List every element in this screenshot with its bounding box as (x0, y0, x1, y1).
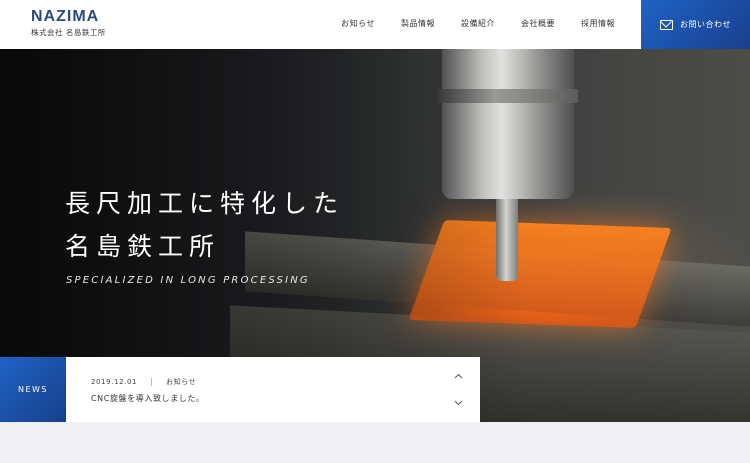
contact-button-label: お問い合わせ (680, 20, 731, 29)
logo-company-name: 株式会社 名島鉄工所 (31, 28, 106, 37)
news-label: NEWS (0, 357, 66, 422)
news-meta: 2019.12.01 お知らせ (91, 377, 196, 387)
news-panel: 2019.12.01 お知らせ CNC旋盤を導入致しました。 (66, 357, 480, 422)
nav-item-products[interactable]: 製品情報 (401, 18, 435, 29)
mail-icon (660, 19, 673, 30)
news-meta-divider (151, 378, 153, 386)
contact-button[interactable]: お問い合わせ (641, 0, 750, 49)
nav-item-company[interactable]: 会社概要 (521, 18, 555, 29)
chevron-down-icon[interactable] (454, 398, 463, 407)
site-header: NAZIMA 株式会社 名島鉄工所 お知らせ 製品情報 設備紹介 会社概要 採用… (0, 0, 750, 49)
news-item-link[interactable]: CNC旋盤を導入致しました。 (91, 393, 205, 404)
hero-subtitle: SPECIALIZED IN LONG PROCESSING (66, 275, 310, 286)
hero-title-line1: 長尺加工に特化した (65, 189, 345, 218)
logo[interactable]: NAZIMA 株式会社 名島鉄工所 (31, 9, 106, 38)
hero-title: 長尺加工に特化した 名島鉄工所 (65, 182, 344, 268)
nav-item-news[interactable]: お知らせ (341, 18, 375, 29)
page-below-fold (0, 422, 750, 463)
news-date: 2019.12.01 (91, 378, 138, 386)
chevron-up-icon[interactable] (454, 372, 463, 381)
hero-title-line2: 名島鉄工所 (65, 232, 221, 261)
logo-mark: NAZIMA (31, 8, 100, 25)
global-nav: お知らせ 製品情報 設備紹介 会社概要 採用情報 (341, 18, 615, 29)
nav-item-recruit[interactable]: 採用情報 (581, 18, 615, 29)
nav-item-equipment[interactable]: 設備紹介 (461, 18, 495, 29)
news-category: お知らせ (166, 378, 197, 386)
